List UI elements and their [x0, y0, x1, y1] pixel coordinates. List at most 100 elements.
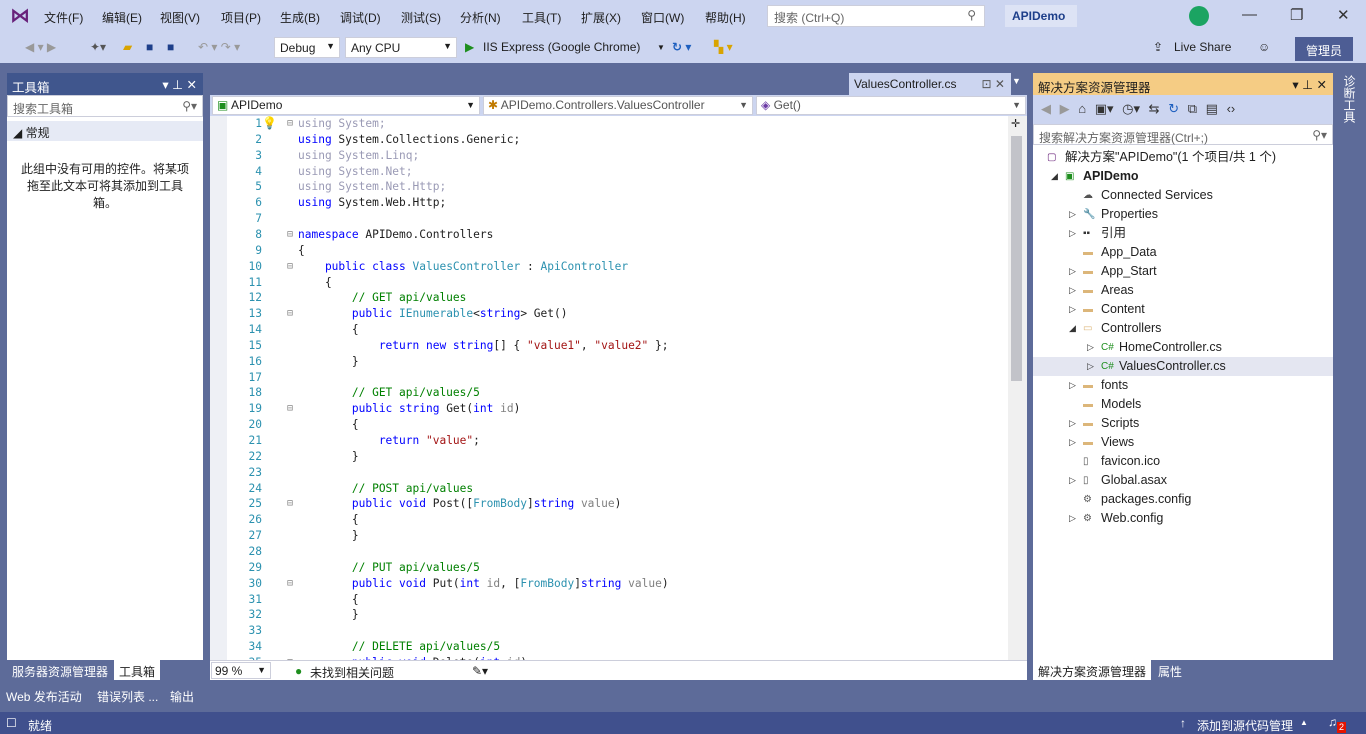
refresh-icon[interactable]: ↻ [1168, 101, 1179, 116]
code-cleanup-icon[interactable]: ✎▾ [472, 664, 488, 678]
collapsed-arrow-icon[interactable]: ▷ [1069, 300, 1076, 319]
sync-icon[interactable]: ⇆ [1149, 101, 1160, 116]
collapse-region-icon[interactable]: ⊟ [287, 496, 293, 512]
tree-item[interactable]: ▬ App_Data [1033, 243, 1333, 262]
solution-search-input[interactable]: 搜索解决方案资源管理器(Ctrl+;) ⚲▾ [1033, 124, 1333, 145]
code-editor[interactable]: 💡 1 ⊟ using System; 2 using System.Collectio… [210, 116, 1027, 660]
close-button[interactable]: ✕ [1337, 6, 1350, 24]
collapse-region-icon[interactable]: ⊟ [287, 306, 293, 322]
collapsed-arrow-icon[interactable]: ▷ [1069, 205, 1076, 224]
back-forward-icon[interactable]: ◀ ▶ [1041, 101, 1070, 116]
new-project-icon[interactable]: ✦▾ [90, 40, 106, 54]
collapsed-arrow-icon[interactable]: ▷ [1087, 357, 1094, 376]
navigate-back-icon[interactable]: ◀ ▾ ▶ [25, 40, 56, 54]
tab-error-list[interactable]: 错误列表 ... [97, 688, 158, 705]
chevron-down-icon[interactable]: ▼ [657, 43, 665, 52]
open-file-icon[interactable]: ▰ [123, 40, 132, 54]
collapse-all-icon[interactable]: ⧉ [1188, 101, 1197, 116]
tree-item[interactable]: ▷ ▬ Scripts [1033, 414, 1333, 433]
show-all-files-icon[interactable]: ▤ [1206, 101, 1218, 116]
undo-icon[interactable]: ↶ ▾ ↷ ▾ [198, 40, 240, 54]
issues-status[interactable]: 未找到相关问题 [310, 664, 394, 681]
pin-close-icon[interactable]: ⊡ ✕ [982, 77, 1005, 91]
tree-item[interactable]: ▷ ▬ fonts [1033, 376, 1333, 395]
class-dropdown[interactable]: ✱ APIDemo.Controllers.ValuesController ▼ [483, 96, 753, 115]
menu-item[interactable]: 帮助(H) [705, 9, 746, 26]
tree-item[interactable]: ▯ favicon.ico [1033, 452, 1333, 471]
collapsed-arrow-icon[interactable]: ▷ [1069, 509, 1076, 528]
vertical-scrollbar[interactable]: ✛ [1008, 116, 1027, 660]
tree-item[interactable]: ▷ ▬ Views [1033, 433, 1333, 452]
expanded-arrow-icon[interactable]: ◢ [1069, 319, 1076, 338]
zoom-select[interactable]: 99 % ▼ [211, 662, 271, 679]
tab-properties[interactable]: 属性 [1153, 660, 1187, 680]
add-to-source-control-button[interactable]: 添加到源代码管理 [1197, 717, 1293, 734]
menu-item[interactable]: 扩展(X) [581, 9, 621, 26]
panel-controls-icon[interactable]: ▾ ⊥ ✕ [1292, 77, 1327, 92]
menu-item[interactable]: 编辑(E) [102, 9, 142, 26]
tree-item[interactable]: ▬ Models [1033, 395, 1333, 414]
collapsed-arrow-icon[interactable]: ▷ [1069, 376, 1076, 395]
menu-item[interactable]: 分析(N) [460, 9, 501, 26]
tree-item[interactable]: ▷ C# ValuesController.cs [1033, 357, 1333, 376]
menu-item[interactable]: 窗口(W) [641, 9, 684, 26]
tree-item[interactable]: ⚙ packages.config [1033, 490, 1333, 509]
tree-item[interactable]: ▢ 解决方案"APIDemo"(1 个项目/共 1 个) [1033, 148, 1333, 167]
collapsed-arrow-icon[interactable]: ▷ [1069, 224, 1076, 243]
chevron-up-icon[interactable]: ▲ [1300, 718, 1308, 727]
account-avatar-icon[interactable] [1189, 6, 1209, 26]
maximize-button[interactable]: ❐ [1290, 6, 1303, 24]
toolbox-group-general[interactable]: ◢ 常规 [7, 121, 203, 141]
tree-item[interactable]: ▷ C# HomeController.cs [1033, 338, 1333, 357]
tree-item[interactable]: ▷ ⚙ Web.config [1033, 509, 1333, 528]
feedback-icon[interactable]: ☺ [1258, 40, 1270, 54]
collapsed-arrow-icon[interactable]: ▷ [1087, 338, 1094, 357]
tab-values-controller[interactable]: ValuesController.cs ⊡ ✕ [849, 73, 1011, 95]
menu-item[interactable]: 调试(D) [340, 9, 381, 26]
expanded-arrow-icon[interactable]: ◢ [1051, 167, 1058, 186]
member-dropdown[interactable]: ◈ Get() ▼ [756, 96, 1026, 115]
split-icon[interactable]: ✛ [1011, 117, 1020, 130]
collapsed-arrow-icon[interactable]: ▷ [1069, 433, 1076, 452]
collapse-region-icon[interactable]: ⊟ [287, 401, 293, 417]
search-input[interactable]: 搜索 (Ctrl+Q) ⚲ [767, 5, 985, 27]
notifications-icon[interactable]: ♫ [1328, 715, 1337, 729]
menu-item[interactable]: 视图(V) [160, 9, 200, 26]
tree-item[interactable]: ▷ ▬ Content [1033, 300, 1333, 319]
project-dropdown[interactable]: ▣ APIDemo ▼ [212, 96, 480, 115]
tree-item[interactable]: ▷ ▯ Global.asax [1033, 471, 1333, 490]
tab-diagnostic-tools[interactable]: 诊断工具 [1340, 75, 1356, 123]
save-icon[interactable]: ■ [146, 40, 153, 54]
tab-output[interactable]: 输出 [170, 688, 194, 705]
tab-server-explorer[interactable]: 服务器资源管理器 [7, 660, 113, 680]
tree-item[interactable]: ◢ ▣ APIDemo [1033, 167, 1333, 186]
scrollbar-thumb[interactable] [1011, 136, 1022, 381]
toolbox-search-input[interactable]: 搜索工具箱 ⚲▾ [7, 95, 203, 117]
collapsed-arrow-icon[interactable]: ▷ [1069, 414, 1076, 433]
pending-changes-icon[interactable]: ◷▾ [1122, 101, 1140, 116]
configuration-select[interactable]: Debug ▼ [274, 37, 340, 58]
switch-views-icon[interactable]: ▣▾ [1095, 101, 1114, 116]
tab-toolbox[interactable]: 工具箱 [114, 660, 161, 680]
live-share-button[interactable]: Live Share [1174, 40, 1231, 54]
tab-overflow-icon[interactable]: ▼ [1012, 76, 1021, 86]
tab-web-publish[interactable]: Web 发布活动 [6, 688, 82, 705]
code-view-icon[interactable]: ‹› [1227, 101, 1236, 116]
collapse-region-icon[interactable]: ⊟ [287, 116, 293, 132]
minimize-button[interactable]: — [1242, 6, 1257, 23]
toolbar-options-icon[interactable]: ▚ ▾ [714, 40, 733, 54]
menu-item[interactable]: 项目(P) [221, 9, 261, 26]
save-all-icon[interactable]: ■ [167, 40, 174, 54]
collapsed-arrow-icon[interactable]: ▷ [1069, 281, 1076, 300]
tree-item[interactable]: ▷ ▬ App_Start [1033, 262, 1333, 281]
collapsed-arrow-icon[interactable]: ▷ [1069, 262, 1076, 281]
tree-item[interactable]: ▷ 🔧 Properties [1033, 205, 1333, 224]
lightbulb-icon[interactable]: 💡 [262, 116, 277, 130]
collapse-region-icon[interactable]: ⊟ [287, 227, 293, 243]
tree-item[interactable]: ▷ ▬ Areas [1033, 281, 1333, 300]
collapse-region-icon[interactable]: ⊟ [287, 259, 293, 275]
platform-select[interactable]: Any CPU ▼ [345, 37, 457, 58]
tab-solution-explorer[interactable]: 解决方案资源管理器 [1033, 660, 1152, 680]
collapse-region-icon[interactable]: ⊟ [287, 576, 293, 592]
menu-item[interactable]: 测试(S) [401, 9, 441, 26]
